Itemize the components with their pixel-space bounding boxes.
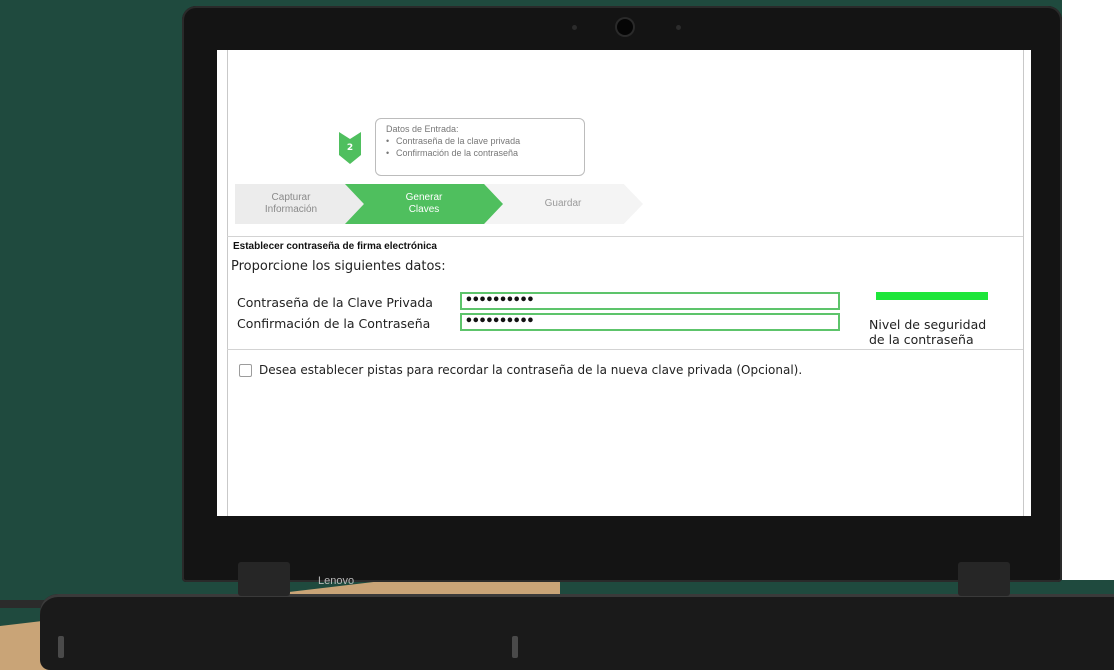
step-label: Información xyxy=(264,204,318,215)
password-confirmation-input[interactable]: •••••••••• xyxy=(460,313,840,331)
private-key-password-label: Contraseña de la Clave Privada xyxy=(237,295,433,310)
step-label: Generar xyxy=(405,192,443,203)
password-strength-label: Nivel de seguridad de la contraseña xyxy=(869,317,1019,347)
brand-logo: Lenovo xyxy=(318,575,355,587)
password-hints-label[interactable]: Desea establecer pistas para recordar la… xyxy=(259,363,802,377)
section-title: Establecer contraseña de firma electróni… xyxy=(233,241,437,252)
step-label: Claves xyxy=(408,204,440,215)
laptop-foot xyxy=(58,636,64,658)
strength-label-line: Nivel de seguridad xyxy=(869,317,987,332)
tooltip-list: Contraseña de la clave privada Confirmac… xyxy=(386,135,574,159)
section-divider xyxy=(227,236,1023,237)
tooltip-item: Confirmación de la contraseña xyxy=(386,147,574,159)
instructions-text: Proporcione los siguientes datos: xyxy=(231,259,446,274)
sensor-dot xyxy=(676,25,681,30)
application-screen: Datos de Entrada: Contraseña de la clave… xyxy=(217,50,1031,516)
password-strength-bar xyxy=(876,292,988,300)
current-step-marker: 2 xyxy=(339,132,361,164)
hinge-left xyxy=(238,562,290,596)
tooltip-item: Contraseña de la clave privada xyxy=(386,135,574,147)
laptop-foot xyxy=(512,636,518,658)
step-generar-claves[interactable]: Generar Claves xyxy=(345,184,503,224)
background-edge xyxy=(1062,0,1114,580)
panel-border-left xyxy=(227,50,228,516)
password-hints-checkbox[interactable] xyxy=(239,364,252,377)
step-guardar[interactable]: Guardar xyxy=(483,184,643,224)
panel-border-right xyxy=(1023,50,1024,516)
step-capturar-informacion[interactable]: Capturar Información xyxy=(235,184,365,224)
step-label: Capturar xyxy=(271,192,311,203)
password-confirmation-label: Confirmación de la Contraseña xyxy=(237,316,431,331)
step-label: Guardar xyxy=(544,198,582,209)
wizard-steps: Capturar Información Guardar Generar Cla… xyxy=(235,184,643,224)
strength-label-line: de la contraseña xyxy=(869,332,974,347)
tooltip-title: Datos de Entrada: xyxy=(386,124,459,134)
form-divider xyxy=(227,349,1023,350)
hinge-right xyxy=(958,562,1010,596)
webcam-icon xyxy=(617,19,633,35)
step-info-tooltip: Datos de Entrada: Contraseña de la clave… xyxy=(375,118,585,176)
private-key-password-input[interactable]: •••••••••• xyxy=(460,292,840,310)
laptop-base xyxy=(40,594,1114,670)
sensor-dot xyxy=(572,25,577,30)
